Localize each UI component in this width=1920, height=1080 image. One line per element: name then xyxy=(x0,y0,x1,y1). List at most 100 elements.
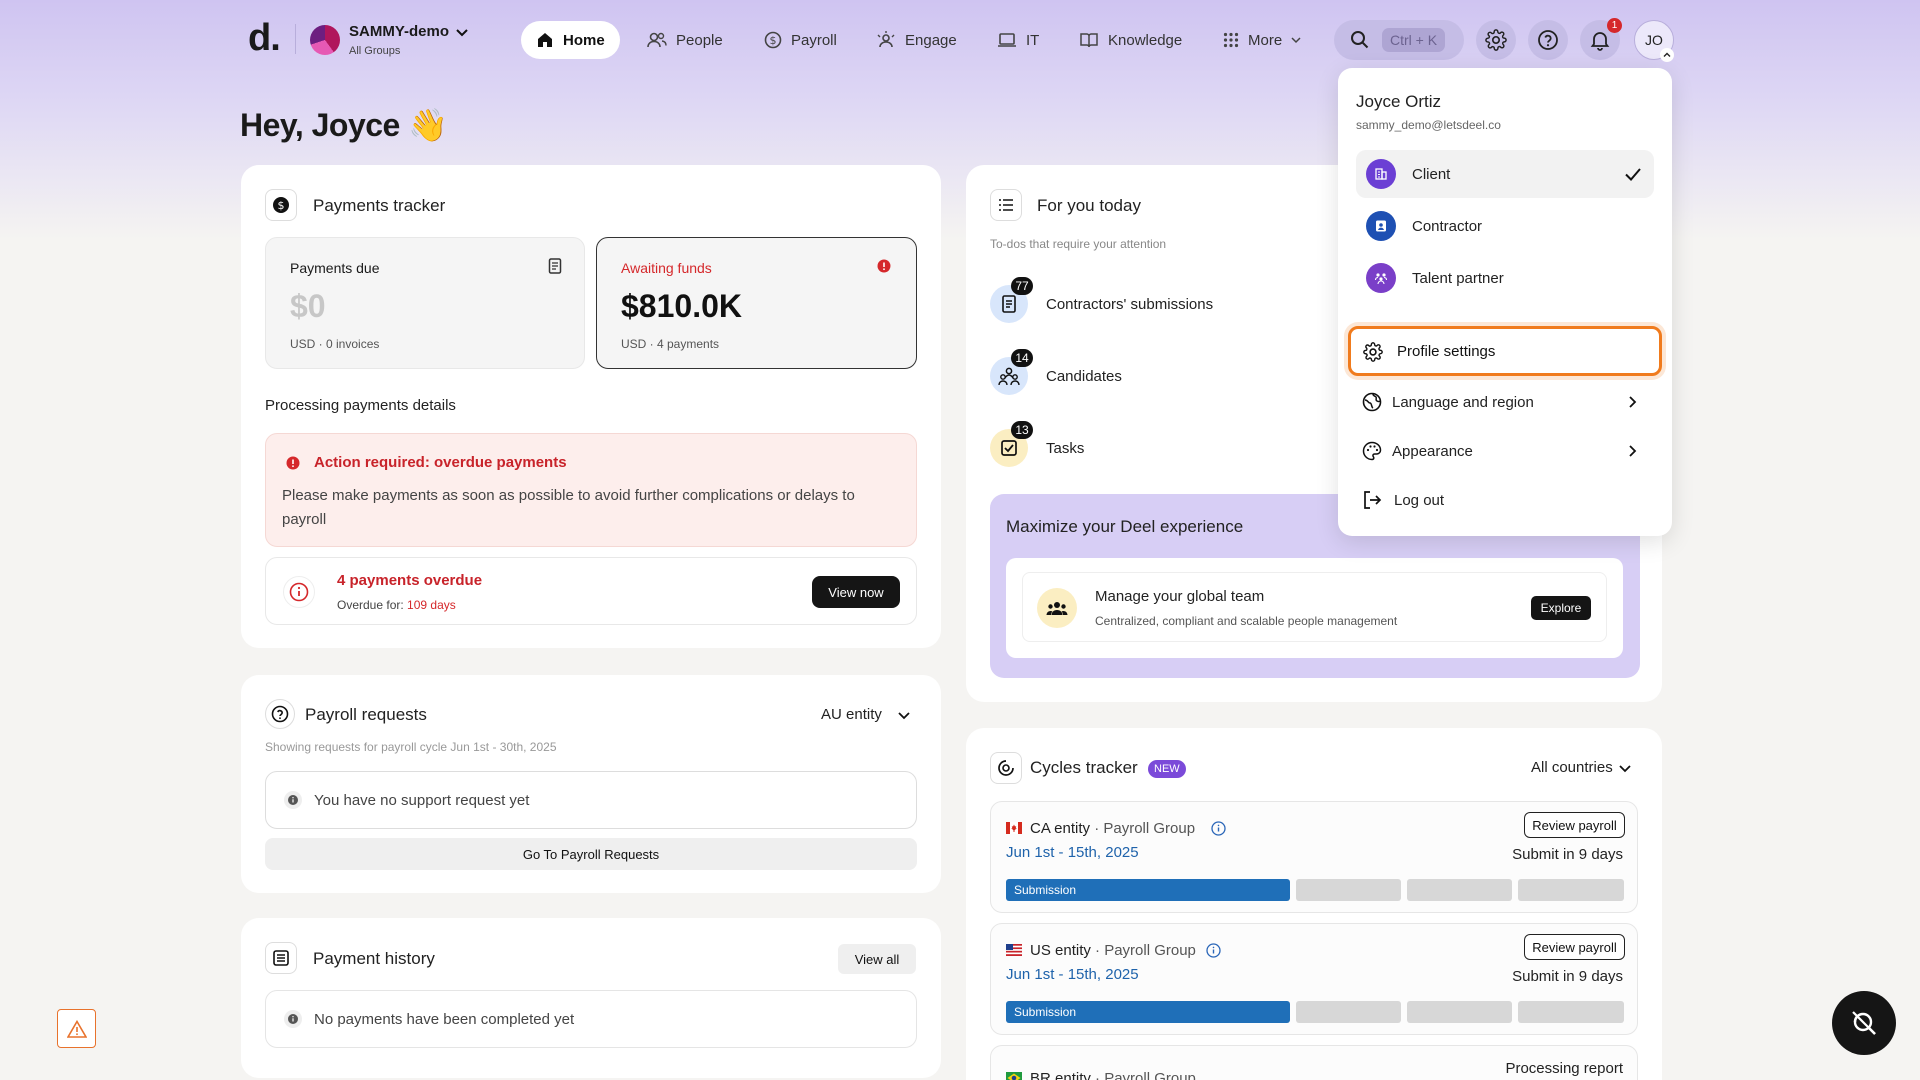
cycle-progress-step xyxy=(1518,1001,1624,1023)
nav-item-knowledge[interactable]: Knowledge xyxy=(1064,21,1197,59)
chevron-down-icon xyxy=(1291,35,1301,45)
cycle-row-br[interactable]: BR entity · Payroll Group Processing rep… xyxy=(990,1045,1638,1080)
nav-item-label: Home xyxy=(563,31,605,49)
building-icon xyxy=(1366,159,1396,189)
for-you-subtitle: To-dos that require your attention xyxy=(990,237,1167,251)
canada-flag-icon xyxy=(1006,822,1022,834)
palette-icon xyxy=(1362,441,1382,461)
notification-badge: 1 xyxy=(1607,18,1622,33)
greeting: Hey, Joyce 👋 xyxy=(240,107,448,143)
promo-item-title: Manage your global team xyxy=(1095,588,1265,605)
profile-settings-item[interactable]: Profile settings xyxy=(1348,326,1662,376)
promo-card: Manage your global team Centralized, com… xyxy=(1006,558,1623,658)
logout-label: Log out xyxy=(1394,491,1445,509)
promo-item[interactable]: Manage your global team Centralized, com… xyxy=(1022,572,1607,642)
explore-button[interactable]: Explore xyxy=(1531,596,1591,620)
cycle-row-ca[interactable]: CA entity · Payroll Group Jun 1st - 15th… xyxy=(990,801,1638,913)
id-badge-icon xyxy=(1366,211,1396,241)
info-icon xyxy=(284,1010,302,1028)
nav-item-label: IT xyxy=(1026,31,1040,49)
nav-item-label: People xyxy=(676,31,723,49)
settings-button[interactable] xyxy=(1476,20,1516,60)
nav-item-payroll[interactable]: $ Payroll xyxy=(749,21,852,59)
info-outline-icon[interactable] xyxy=(1211,821,1226,836)
nav-item-people[interactable]: People xyxy=(632,21,738,59)
org-avatar[interactable] xyxy=(310,25,340,55)
cycle-entity: US entity · Payroll Group xyxy=(1030,942,1196,959)
globe-icon xyxy=(1362,392,1382,412)
appearance-item[interactable]: Appearance xyxy=(1354,427,1652,475)
entity-selector[interactable]: AU entity xyxy=(821,706,882,723)
info-outline-icon[interactable] xyxy=(1206,943,1221,958)
alert-title: Action required: overdue payments xyxy=(314,454,567,471)
cycle-progress-step xyxy=(1518,879,1624,901)
role-label: Talent partner xyxy=(1412,269,1504,287)
awaiting-funds-box[interactable]: Awaiting funds $810.0K USD · 4 payments xyxy=(596,237,917,369)
people-icon xyxy=(647,31,667,49)
payments-tracker-card: $ Payments tracker Payments due $0 USD ·… xyxy=(241,165,941,648)
nav-item-label: Payroll xyxy=(791,31,837,49)
payments-due-label: Payments due xyxy=(290,260,380,276)
overdue-title: 4 payments overdue xyxy=(337,572,483,589)
view-now-button[interactable]: View now xyxy=(812,576,900,608)
gear-icon xyxy=(1363,342,1383,362)
appearance-label: Appearance xyxy=(1392,442,1473,460)
cycle-group: · Payroll Group xyxy=(1094,820,1196,837)
candidates-icon: 14 xyxy=(990,349,1033,395)
todo-label: Tasks xyxy=(1046,440,1085,457)
cycle-status: Processing report xyxy=(1505,1060,1623,1077)
org-subtitle: All Groups xyxy=(349,45,401,57)
team-icon xyxy=(1037,588,1077,628)
todo-label: Candidates xyxy=(1046,368,1122,385)
logout-icon xyxy=(1362,490,1382,510)
payments-tracker-title: Payments tracker xyxy=(313,196,446,215)
nav-item-label: Engage xyxy=(905,31,957,49)
warning-button[interactable] xyxy=(57,1009,96,1048)
chevron-down-icon[interactable] xyxy=(897,708,911,722)
cycle-entity-name: CA entity xyxy=(1030,820,1091,837)
review-payroll-button[interactable]: Review payroll xyxy=(1524,934,1625,960)
assistant-fab-button[interactable] xyxy=(1832,991,1896,1055)
logout-item[interactable]: Log out xyxy=(1354,476,1652,524)
role-option-contractor[interactable]: Contractor xyxy=(1356,202,1654,250)
payment-history-title: Payment history xyxy=(313,949,435,968)
countries-filter[interactable]: All countries xyxy=(1531,759,1613,776)
cycle-row-us[interactable]: US entity · Payroll Group Jun 1st - 15th… xyxy=(990,923,1638,1035)
top-nav: d. SAMMY-demo All Groups Home People $ P… xyxy=(0,18,1920,62)
nav-item-label: Knowledge xyxy=(1108,31,1183,49)
payments-due-meta: USD · 0 invoices xyxy=(290,337,380,351)
cycle-entity-name: US entity xyxy=(1030,942,1091,959)
org-chevron-down-icon[interactable] xyxy=(454,24,470,40)
nav-item-engage[interactable]: Engage xyxy=(861,21,972,59)
view-all-button[interactable]: View all xyxy=(838,944,916,974)
chevron-down-icon[interactable] xyxy=(1618,761,1632,775)
notifications-button[interactable]: 1 xyxy=(1580,18,1622,60)
nav-item-home[interactable]: Home xyxy=(521,21,620,59)
role-option-client[interactable]: Client xyxy=(1356,150,1654,198)
todo-count-badge: 14 xyxy=(1011,349,1033,367)
org-name[interactable]: SAMMY-demo xyxy=(349,23,449,40)
overdue-for: Overdue for: 109 days xyxy=(337,598,456,612)
overdue-alert-banner: Action required: overdue payments Please… xyxy=(265,433,917,547)
todo-count-badge: 77 xyxy=(1011,277,1033,295)
nav-item-more[interactable]: More xyxy=(1208,21,1316,59)
nav-item-it[interactable]: IT xyxy=(982,21,1054,59)
search-shortcut: Ctrl + K xyxy=(1382,28,1446,52)
go-to-payroll-requests-button[interactable]: Go To Payroll Requests xyxy=(265,838,917,870)
payroll-requests-card: Payroll requests AU entity Showing reque… xyxy=(241,675,941,893)
brazil-flag-icon xyxy=(1006,1072,1022,1080)
chevron-right-icon xyxy=(1628,444,1638,458)
deel-logo[interactable]: d. xyxy=(248,19,281,57)
search-button[interactable]: Ctrl + K xyxy=(1334,20,1464,60)
list-doc-icon xyxy=(265,942,297,974)
review-payroll-button[interactable]: Review payroll xyxy=(1524,812,1625,838)
search-icon xyxy=(1350,30,1370,50)
svg-text:$: $ xyxy=(278,199,285,212)
payroll-requests-title: Payroll requests xyxy=(305,705,427,724)
cycle-progress-step xyxy=(1296,1001,1401,1023)
help-button[interactable] xyxy=(1528,20,1568,60)
role-option-talent-partner[interactable]: Talent partner xyxy=(1356,254,1654,302)
chevron-right-icon xyxy=(1628,395,1638,409)
payments-due-box[interactable]: Payments due $0 USD · 0 invoices xyxy=(265,237,585,369)
language-region-item[interactable]: Language and region xyxy=(1354,378,1652,426)
